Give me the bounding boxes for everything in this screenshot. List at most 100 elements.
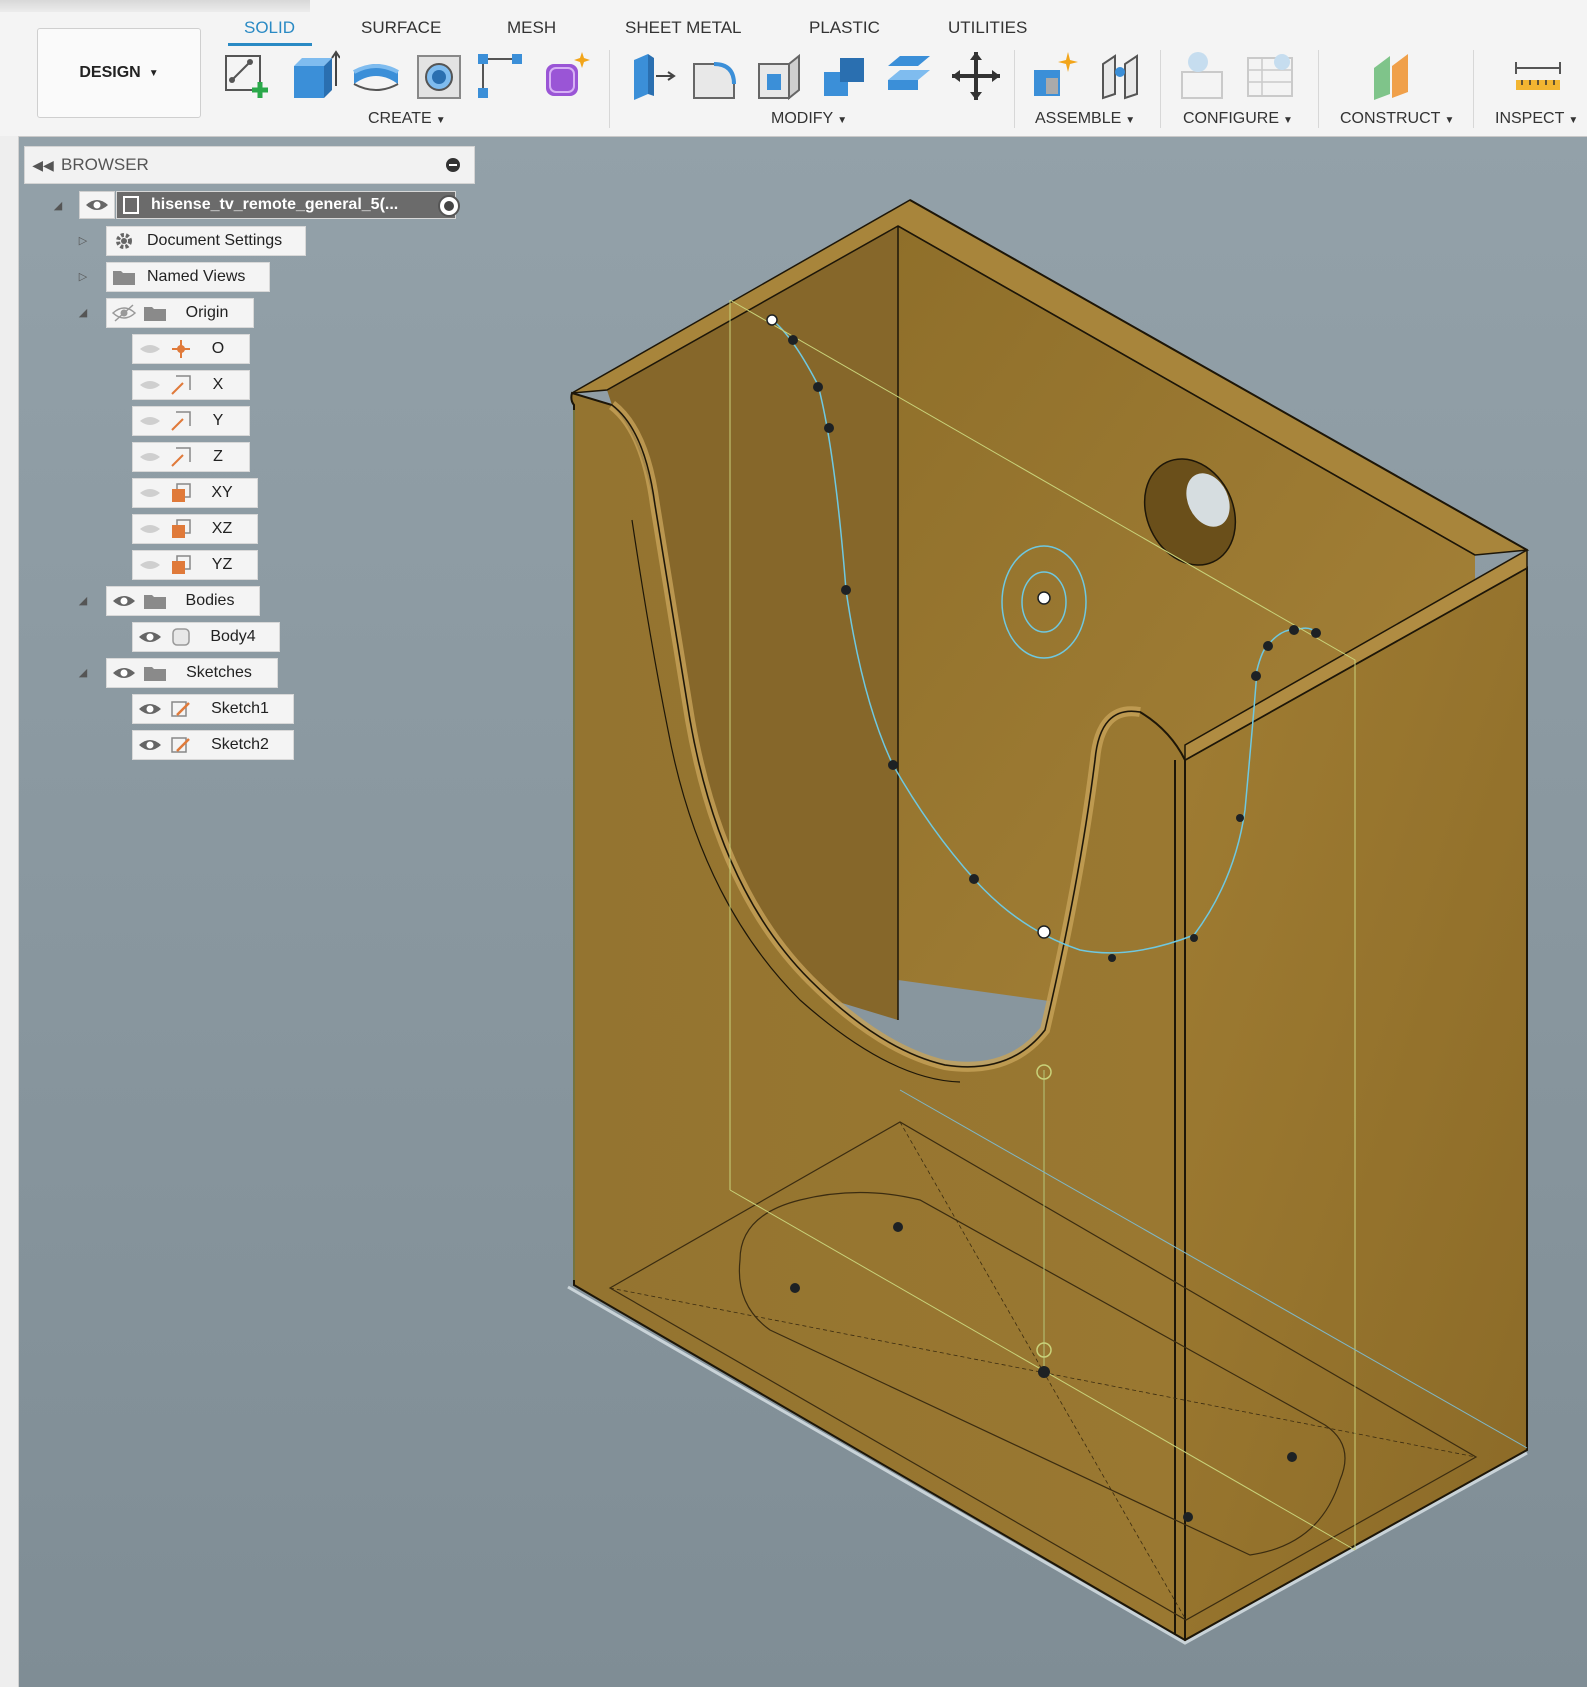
visibility-toggle[interactable]: [79, 191, 115, 219]
browser-item-sketch1[interactable]: Sketch1: [132, 694, 294, 724]
model-render: [18, 137, 1587, 1687]
browser-item-body4[interactable]: Body4: [132, 622, 280, 652]
chevron-down-icon: ▼: [837, 115, 848, 126]
origin-point-icon: [167, 339, 195, 359]
sketch-icon: [167, 735, 195, 755]
expand-arrow-icon[interactable]: ▷: [76, 270, 90, 284]
tab-surface[interactable]: SURFACE: [361, 18, 441, 38]
eye-icon[interactable]: [107, 593, 141, 609]
eye-icon: [86, 200, 108, 210]
root-component[interactable]: hisense_tv_remote_general_5(...: [116, 191, 456, 219]
eye-icon[interactable]: [133, 414, 167, 428]
configure-rule-icon[interactable]: [1246, 50, 1298, 102]
tab-mesh[interactable]: MESH: [507, 18, 556, 38]
fillet-icon[interactable]: [690, 50, 742, 102]
canvas-viewport[interactable]: [18, 137, 1587, 1687]
browser-item-document-settings[interactable]: Document Settings: [106, 226, 306, 256]
minimize-icon[interactable]: [446, 158, 460, 172]
chevron-down-icon: ▼: [1283, 115, 1293, 126]
expand-arrow-icon[interactable]: ◢: [76, 666, 90, 680]
new-component-icon[interactable]: [1030, 50, 1082, 102]
eye-icon[interactable]: [133, 378, 167, 392]
collapse-panel-icon[interactable]: ◀◀: [25, 157, 61, 174]
eye-icon[interactable]: [133, 450, 167, 464]
tab-solid[interactable]: SOLID: [244, 18, 295, 38]
browser-item-sketch2[interactable]: Sketch2: [132, 730, 294, 760]
plane-icon: [167, 519, 195, 539]
axis-icon: [167, 447, 195, 467]
tab-plastic[interactable]: PLASTIC: [809, 18, 880, 38]
eye-icon[interactable]: [133, 737, 167, 753]
expand-arrow-icon[interactable]: ◢: [76, 306, 90, 320]
configure-menu[interactable]: CONFIGURE ▼: [1183, 110, 1293, 128]
eye-icon[interactable]: [107, 665, 141, 681]
body-icon: [167, 627, 195, 647]
tab-utilities[interactable]: UTILITIES: [948, 18, 1027, 38]
browser-item-origin-point[interactable]: O: [132, 334, 250, 364]
eye-icon[interactable]: [133, 486, 167, 500]
create-form-icon[interactable]: [540, 50, 592, 102]
title-strip: [0, 0, 310, 12]
eye-icon[interactable]: [133, 558, 167, 572]
document-icon: [117, 195, 145, 215]
construct-menu[interactable]: CONSTRUCT ▼: [1340, 110, 1454, 128]
revolve-icon[interactable]: [350, 50, 402, 102]
root-component-label: hisense_tv_remote_general_5(...: [151, 196, 399, 213]
plane-icon: [167, 483, 195, 503]
extrude-icon[interactable]: [288, 50, 340, 102]
eye-icon[interactable]: [133, 701, 167, 717]
expand-arrow-icon[interactable]: ▷: [76, 234, 90, 248]
browser-item-origin[interactable]: Origin: [106, 298, 254, 328]
design-label: DESIGN: [79, 64, 141, 81]
browser-item-sketches[interactable]: Sketches: [106, 658, 278, 688]
sketch-icon: [167, 699, 195, 719]
move-icon[interactable]: [950, 50, 1002, 102]
joint-icon[interactable]: [1095, 50, 1147, 102]
browser-item-z-axis[interactable]: Z: [132, 442, 250, 472]
configure-table-icon[interactable]: [1180, 50, 1232, 102]
offset-plane-icon[interactable]: [1372, 50, 1424, 102]
eye-icon[interactable]: [133, 342, 167, 356]
create-sketch-icon[interactable]: [222, 50, 274, 102]
browser-item-y-axis[interactable]: Y: [132, 406, 250, 436]
toolbar-divider: [609, 50, 610, 128]
chevron-down-icon: ▼: [1444, 115, 1455, 126]
chevron-down-icon: ▼: [1125, 115, 1136, 126]
browser-item-yz-plane[interactable]: YZ: [132, 550, 258, 580]
expand-arrow-icon[interactable]: ◢: [51, 199, 65, 213]
eye-icon[interactable]: [133, 522, 167, 536]
ribbon-toolbar: DESIGN ▼ SOLID SURFACE MESH SHEET METAL …: [0, 0, 1587, 137]
axis-icon: [167, 375, 195, 395]
shell-icon[interactable]: [755, 50, 807, 102]
plane-icon: [167, 555, 195, 575]
chevron-down-icon: ▼: [1568, 115, 1579, 126]
create-menu[interactable]: CREATE ▼: [368, 110, 446, 128]
folder-icon: [141, 665, 169, 681]
inspect-menu[interactable]: INSPECT ▼: [1495, 110, 1578, 128]
browser-header: ◀◀ BROWSER: [24, 146, 475, 184]
toolbar-divider: [1160, 50, 1161, 128]
design-workspace-button[interactable]: DESIGN ▼: [37, 28, 201, 118]
browser-item-xz-plane[interactable]: XZ: [132, 514, 258, 544]
tab-sheet-metal[interactable]: SHEET METAL: [625, 18, 742, 38]
modify-menu[interactable]: MODIFY ▼: [771, 110, 847, 128]
offset-face-icon[interactable]: [884, 50, 936, 102]
eye-hidden-icon[interactable]: [107, 304, 141, 322]
browser-item-named-views[interactable]: Named Views: [106, 262, 270, 292]
activate-radio[interactable]: [438, 195, 460, 217]
browser-title: BROWSER: [61, 155, 149, 174]
browser-item-x-axis[interactable]: X: [132, 370, 250, 400]
browser-item-bodies[interactable]: Bodies: [106, 586, 260, 616]
left-edge-strip: [0, 136, 19, 1687]
chevron-down-icon: ▼: [435, 115, 446, 126]
combine-icon[interactable]: [820, 50, 872, 102]
press-pull-icon[interactable]: [626, 50, 678, 102]
rectangular-pattern-icon[interactable]: [476, 50, 528, 102]
expand-arrow-icon[interactable]: ◢: [76, 594, 90, 608]
hole-icon[interactable]: [414, 50, 466, 102]
browser-item-xy-plane[interactable]: XY: [132, 478, 258, 508]
measure-icon[interactable]: [1512, 50, 1564, 102]
assemble-menu[interactable]: ASSEMBLE ▼: [1035, 110, 1135, 128]
eye-icon[interactable]: [133, 629, 167, 645]
axis-icon: [167, 411, 195, 431]
